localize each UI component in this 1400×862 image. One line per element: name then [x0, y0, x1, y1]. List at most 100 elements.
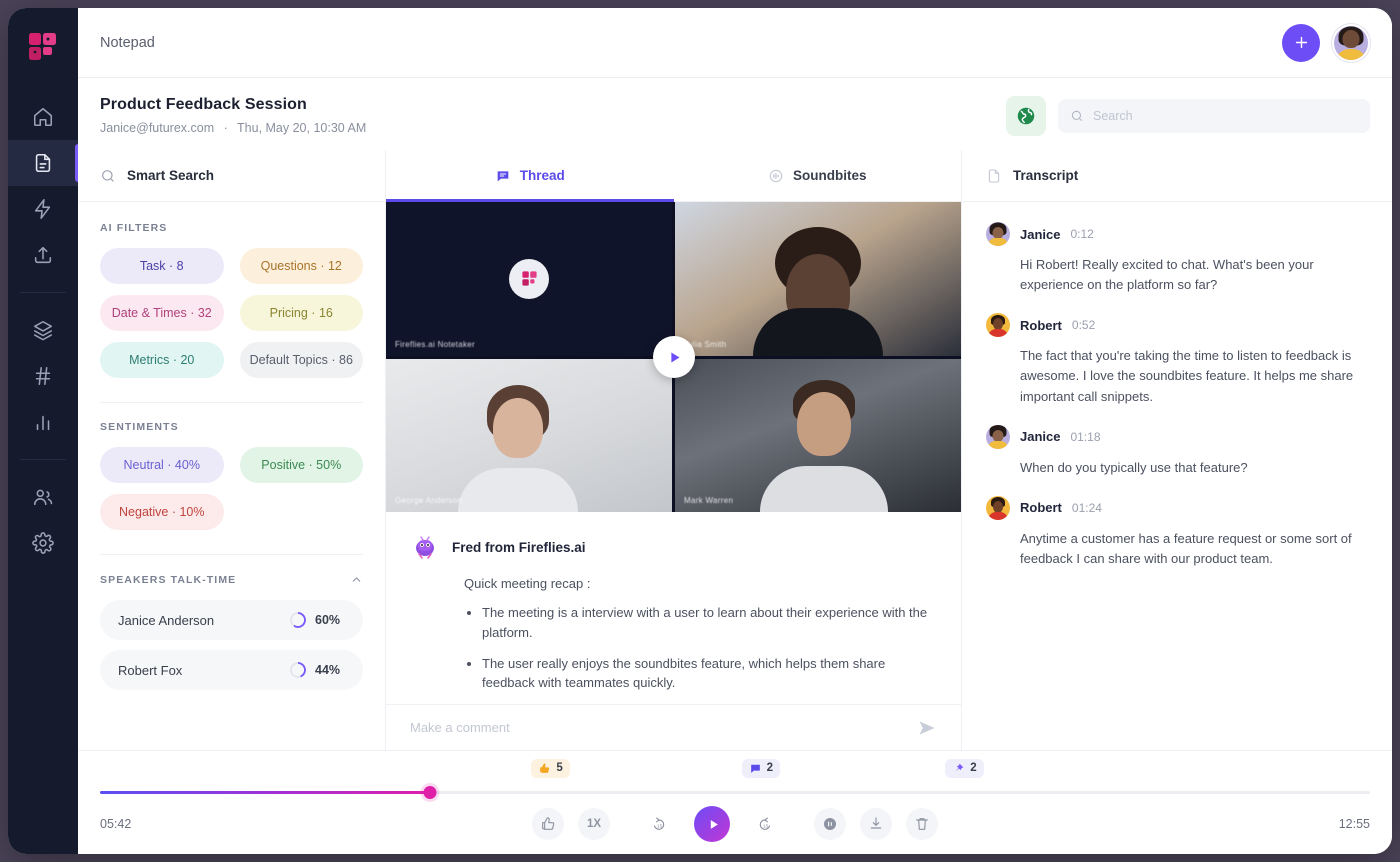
sidebar-item-automation[interactable]: [8, 186, 78, 232]
ai-filter-chip-4[interactable]: Metrics · 20: [100, 342, 224, 378]
speakers-section-header[interactable]: SPEAKERS TALK-TIME: [100, 573, 363, 586]
transcript-text: When do you typically use that feature?: [1020, 459, 1248, 475]
play-button[interactable]: [694, 806, 730, 842]
sentiment-chip-2[interactable]: Negative · 10%: [100, 494, 224, 530]
sentiment-chip-1[interactable]: Positive · 50%: [239, 447, 363, 483]
ai-filter-chip-2[interactable]: Date & Times · 32: [100, 295, 224, 331]
scrubber[interactable]: [100, 785, 1370, 799]
transcript-text: Hi Robert! Really excited to chat. What'…: [1020, 257, 1314, 293]
recap-card: Fred from Fireflies.ai Quick meeting rec…: [386, 512, 961, 704]
forward-15-icon: 15: [759, 817, 771, 830]
search-icon: [102, 169, 114, 182]
speaker-avatar: [986, 495, 1010, 520]
tab-soundbites[interactable]: Soundbites: [674, 150, 962, 201]
comment-bar[interactable]: [386, 704, 961, 750]
smart-search-label: Smart Search: [127, 168, 215, 183]
play-overlay-button[interactable]: [652, 336, 695, 378]
rewind-15-icon: 15: [653, 817, 665, 830]
reaction-button[interactable]: [532, 808, 564, 840]
volume-button[interactable]: [814, 808, 846, 840]
speed-label: 1X: [586, 818, 602, 830]
transcript-entry[interactable]: Robert 01:24 Anytime a customer has a fe…: [986, 495, 1368, 569]
lightning-icon: [34, 199, 51, 219]
speaker-row[interactable]: Robert Fox 44%: [100, 650, 363, 690]
timeline-badge[interactable]: 2: [945, 758, 984, 778]
hash-icon: [35, 366, 51, 386]
speaker-rows: Janice Anderson 60% Robert Fox 44%: [100, 600, 363, 690]
sidebar-item-analytics[interactable]: [8, 399, 78, 445]
speed-button[interactable]: 1X: [578, 808, 610, 840]
meeting-header: Product Feedback Session Janice@futurex.…: [78, 78, 1392, 150]
speaker-avatar: [986, 222, 1010, 246]
talk-time-donut: [290, 662, 306, 678]
transcript-timestamp[interactable]: 0:52: [1072, 318, 1095, 332]
scrubber-thumb[interactable]: [423, 786, 437, 799]
transcript-text: The fact that you're taking the time to …: [1020, 348, 1354, 404]
sidebar-item-library[interactable]: [8, 307, 78, 353]
tab-thread[interactable]: Thread: [386, 150, 674, 202]
transcript-header[interactable]: Transcript: [962, 150, 1392, 202]
ai-filter-chip-5[interactable]: Default Topics · 86: [239, 342, 363, 378]
ai-filter-chip-3[interactable]: Pricing · 16: [239, 295, 363, 331]
transcript-timestamp[interactable]: 01:24: [1072, 501, 1102, 515]
thread-content: Fireflies.ai Notetaker Julia Smith Georg…: [386, 202, 961, 750]
filters-scroll: AI FILTERS Task · 8 Questions · 12 Date & …: [78, 202, 385, 750]
smart-search-button[interactable]: Smart Search: [78, 150, 385, 202]
sentiment-chip-0[interactable]: Neutral · 40%: [100, 447, 224, 483]
search-box[interactable]: [1058, 99, 1370, 133]
layers-icon: [33, 320, 53, 341]
home-icon: [33, 107, 53, 127]
forward-button[interactable]: 15: [749, 808, 781, 840]
sentiment-chips: Neutral · 40% Positive · 50% Negative · 10…: [100, 447, 363, 530]
timeline-badge[interactable]: 5: [531, 758, 570, 778]
timeline-badge[interactable]: 2: [741, 758, 780, 778]
language-button[interactable]: [1006, 96, 1046, 136]
sidebar-item-channels[interactable]: [8, 353, 78, 399]
video-player[interactable]: Fireflies.ai Notetaker Julia Smith Georg…: [386, 202, 961, 512]
transcript-meta: Robert 0:52: [986, 313, 1368, 338]
user-avatar[interactable]: [1332, 23, 1370, 62]
comment-icon: [750, 764, 760, 773]
search-input[interactable]: [1093, 109, 1358, 123]
sidebar-divider-2: [20, 459, 66, 460]
fireflies-logo[interactable]: [26, 30, 60, 64]
fireflies-avatar: [509, 258, 549, 299]
transcript-entry[interactable]: Janice 0:12 Hi Robert! Really excited to…: [986, 222, 1368, 295]
rewind-button[interactable]: 15: [643, 808, 675, 840]
ai-filters-chips: Task · 8 Questions · 12 Date & Times · 32 P…: [100, 248, 363, 378]
robot-icon: [416, 536, 434, 559]
speakers-label: SPEAKERS TALK-TIME: [100, 573, 237, 586]
add-button[interactable]: [1282, 23, 1320, 62]
sidebar-item-notepad[interactable]: [8, 140, 78, 186]
sidebar-item-settings[interactable]: [8, 520, 78, 566]
speaker-name: Janice Anderson: [118, 612, 215, 628]
transcript-entry[interactable]: Janice 01:18 When do you typically use t…: [986, 424, 1368, 478]
delete-button[interactable]: [906, 808, 938, 840]
avatar-face: [1342, 30, 1360, 49]
avatar-body: [1336, 48, 1366, 60]
ai-filter-chip-1[interactable]: Questions · 12: [239, 248, 363, 284]
sidebar-item-home[interactable]: [8, 94, 78, 140]
comment-input[interactable]: [410, 720, 907, 735]
person-face: [492, 398, 543, 459]
download-button[interactable]: [860, 808, 892, 840]
ai-filter-chip-0[interactable]: Task · 8: [100, 248, 224, 284]
sidebar-item-upload[interactable]: [8, 232, 78, 278]
plus-icon: [1295, 36, 1307, 49]
thumbs-up-icon: [540, 763, 550, 773]
sidebar-item-teammates[interactable]: [8, 474, 78, 520]
transcript-timestamp[interactable]: 01:18: [1070, 430, 1100, 444]
speaker-percent: 44%: [315, 663, 341, 677]
meeting-subtitle: Janice@futurex.com · Thu, May 20, 10:30 …: [100, 121, 366, 135]
document-icon: [35, 153, 51, 173]
transcript-meta: Janice 0:12: [986, 222, 1368, 246]
transcript-timestamp[interactable]: 0:12: [1070, 227, 1093, 241]
person-torso: [753, 307, 883, 356]
sidebar-nav-primary: [8, 94, 78, 278]
transcript-entry[interactable]: Robert 0:52 The fact that you're taking …: [986, 313, 1368, 406]
speaker-metric: 44%: [290, 662, 345, 678]
send-icon[interactable]: [917, 718, 937, 738]
svg-text:15: 15: [657, 823, 663, 828]
speaker-row[interactable]: Janice Anderson 60%: [100, 600, 363, 640]
transcript-meta: Janice 01:18: [986, 424, 1368, 449]
